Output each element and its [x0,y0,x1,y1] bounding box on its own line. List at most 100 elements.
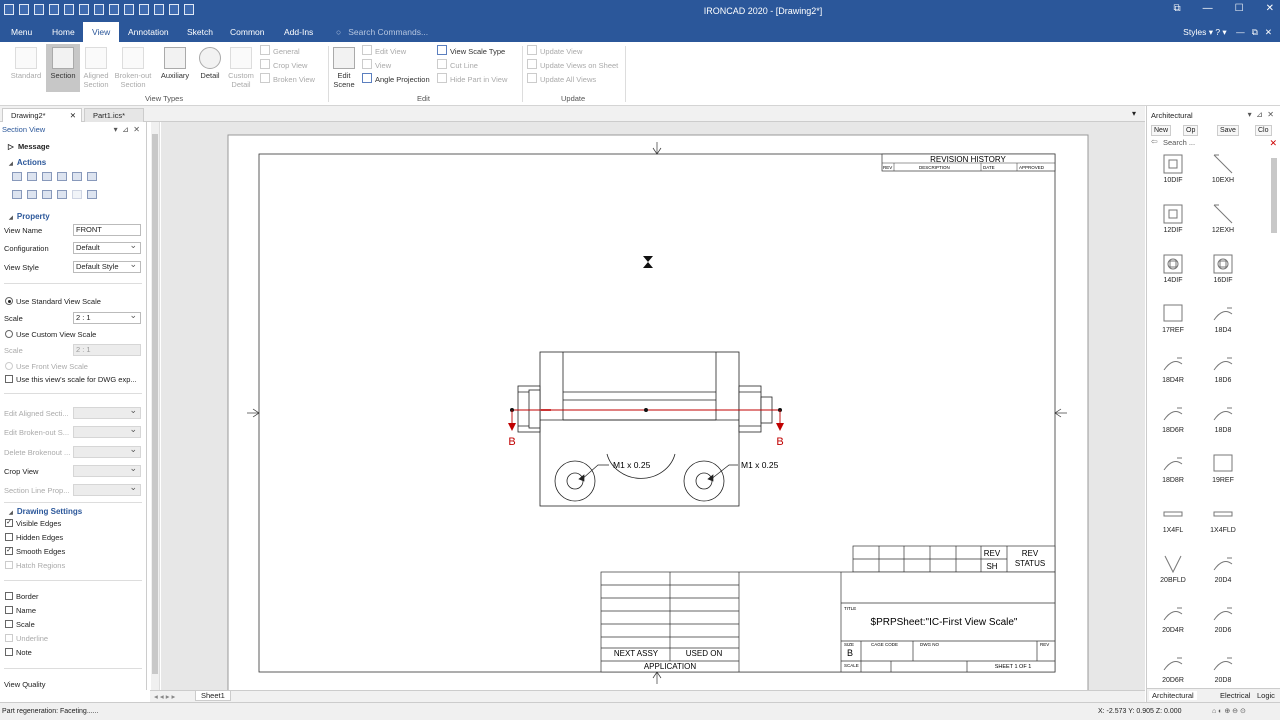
catalog-close-button[interactable]: Clo [1255,125,1272,136]
use-standard-scale-radio[interactable] [5,297,13,305]
drawing-canvas[interactable]: REVISION HISTORY REV DESCRIPTION DATE AP… [161,122,1145,690]
angle-projection-button[interactable]: Angle Projection [362,73,430,87]
actions-section[interactable]: Actions [9,158,46,167]
configuration-select[interactable]: Default [73,240,141,254]
catalog-item[interactable]: 12EXH [1203,204,1243,234]
action-icon-1[interactable] [12,172,22,181]
clear-search-icon[interactable]: ✕ [1269,139,1277,148]
hatch-regions-checkbox[interactable] [5,561,13,569]
broken-out-section-button[interactable]: Broken-out Section [112,47,154,89]
catalog-item[interactable]: 18D8R [1153,454,1193,484]
use-custom-scale-radio[interactable] [5,330,13,338]
catalog-item[interactable]: 18D6R [1153,404,1193,434]
doc-tab-drawing2[interactable]: Drawing2* ✕ [2,108,82,122]
crop-view-select[interactable] [73,463,141,477]
name-checkbox[interactable] [5,606,13,614]
action-icon-7[interactable] [12,190,22,199]
edit-scene-button[interactable]: Edit Scene [332,47,356,89]
catalog-item[interactable]: 20D6R [1153,654,1193,684]
search-commands[interactable]: ○ Search Commands... [336,27,428,37]
standard-view-button[interactable]: Standard [8,47,44,80]
action-icon-8[interactable] [27,190,37,199]
view-name-input[interactable]: FRONT [73,224,141,236]
crop-view-button[interactable]: Crop View [260,59,307,73]
catalog-item[interactable]: 10DIF [1153,154,1193,184]
hidden-edges-checkbox[interactable] [5,533,13,541]
auxiliary-view-button[interactable]: Auxiliary [157,47,193,80]
edit-broken-out-select[interactable] [73,424,141,438]
view-button[interactable]: View [362,59,391,73]
underline-checkbox[interactable] [5,634,13,642]
tab-add-ins[interactable]: Add-Ins [275,22,322,42]
restore-ribbon-icon[interactable]: ⧉ [1174,3,1181,14]
status-view-icons[interactable]: ⌂ ◐ ⊕ ⊖ ⊙ [1212,707,1246,715]
catalog-scrollbar-thumb[interactable] [1271,158,1277,233]
edit-aligned-select[interactable] [73,405,141,419]
sheet-nav-arrows[interactable]: ◂ ◂ ▸ ▸ [154,692,175,701]
styles-menu[interactable]: Styles ▾ ? ▾ — ⧉ ✕ [1183,27,1272,38]
action-icon-9[interactable] [42,190,52,199]
action-icon-5[interactable] [72,172,82,181]
tabs-dropdown-icon[interactable]: ▾ [1132,109,1136,118]
catalog-tab-architectural[interactable]: Architectural [1149,691,1197,700]
catalog-pin-icon[interactable]: ⊿ [1256,110,1263,119]
cut-line-button[interactable]: Cut Line [437,59,478,73]
action-icon-10[interactable] [57,190,67,199]
tab-view[interactable]: View [83,22,120,42]
action-icon-3[interactable] [42,172,52,181]
catalog-open-button[interactable]: Op [1183,125,1199,136]
section-line-prop-select[interactable] [73,482,141,496]
pin-icon[interactable]: ⊿ [122,125,129,134]
close-icon[interactable]: ✕ [1266,3,1274,14]
update-views-on-sheet-button[interactable]: Update Views on Sheet [527,59,618,73]
border-checkbox[interactable] [5,592,13,600]
catalog-item[interactable]: 10EXH [1203,154,1243,184]
catalog-item[interactable]: 20D4R [1153,604,1193,634]
catalog-tab-logic[interactable]: Logic [1257,691,1275,700]
delete-brokenout-select[interactable] [73,444,141,458]
action-icon-11[interactable] [72,190,82,199]
broken-view-button[interactable]: Broken View [260,73,315,87]
note-checkbox[interactable] [5,648,13,656]
custom-detail-button[interactable]: Custom Detail [225,47,257,89]
catalog-item[interactable]: 1X4FL [1153,504,1193,534]
catalog-new-button[interactable]: New [1151,125,1172,136]
catalog-tab-electrical[interactable]: Electrical [1220,691,1250,700]
catalog-item[interactable]: 18D4 [1203,304,1243,334]
catalog-dropdown-icon[interactable]: ▾ [1248,110,1252,119]
detail-view-button[interactable]: Detail [196,47,224,80]
minimize-icon[interactable]: — [1203,3,1213,14]
doc-tab-part1[interactable]: Part1.ics* [84,108,144,122]
visible-edges-checkbox[interactable]: ✓ [5,519,13,527]
catalog-item[interactable]: 14DIF [1153,254,1193,284]
message-section[interactable]: ▷ Message [8,142,50,151]
scale-checkbox[interactable] [5,620,13,628]
section-view-button[interactable]: Section [46,44,80,92]
tab-home[interactable]: Home [43,22,84,42]
use-dwg-scale-checkbox[interactable] [5,375,13,383]
general-view-button[interactable]: General [260,45,300,59]
aligned-section-button[interactable]: Aligned Section [80,47,112,89]
action-icon-12[interactable] [87,190,97,199]
drawing-settings-section[interactable]: Drawing Settings [9,507,82,516]
update-view-button[interactable]: Update View [527,45,582,59]
catalog-search-input[interactable]: Search ... [1149,137,1276,149]
scale-select[interactable]: 2 : 1 [73,310,141,324]
tab-common[interactable]: Common [221,22,273,42]
tab-menu[interactable]: Menu [2,22,41,42]
catalog-item[interactable]: 18D4R [1153,354,1193,384]
catalog-item[interactable]: 17REF [1153,304,1193,334]
custom-scale-input[interactable]: 2 : 1 [73,344,141,356]
smooth-edges-checkbox[interactable]: ✓ [5,547,13,555]
catalog-item[interactable]: 18D8 [1203,404,1243,434]
catalog-item[interactable]: 20D8 [1203,654,1243,684]
catalog-close-icon[interactable]: ✕ [1267,110,1274,119]
panel-scrollbar-thumb[interactable] [152,134,158,674]
catalog-save-button[interactable]: Save [1217,125,1239,136]
catalog-item[interactable]: 19REF [1203,454,1243,484]
tab-sketch[interactable]: Sketch [178,22,222,42]
panel-dropdown-icon[interactable]: ▾ [114,125,118,134]
view-scale-type-button[interactable]: View Scale Type [437,45,505,59]
catalog-item[interactable]: 18D6 [1203,354,1243,384]
sheet-tab-sheet1[interactable]: Sheet1 [195,691,231,701]
